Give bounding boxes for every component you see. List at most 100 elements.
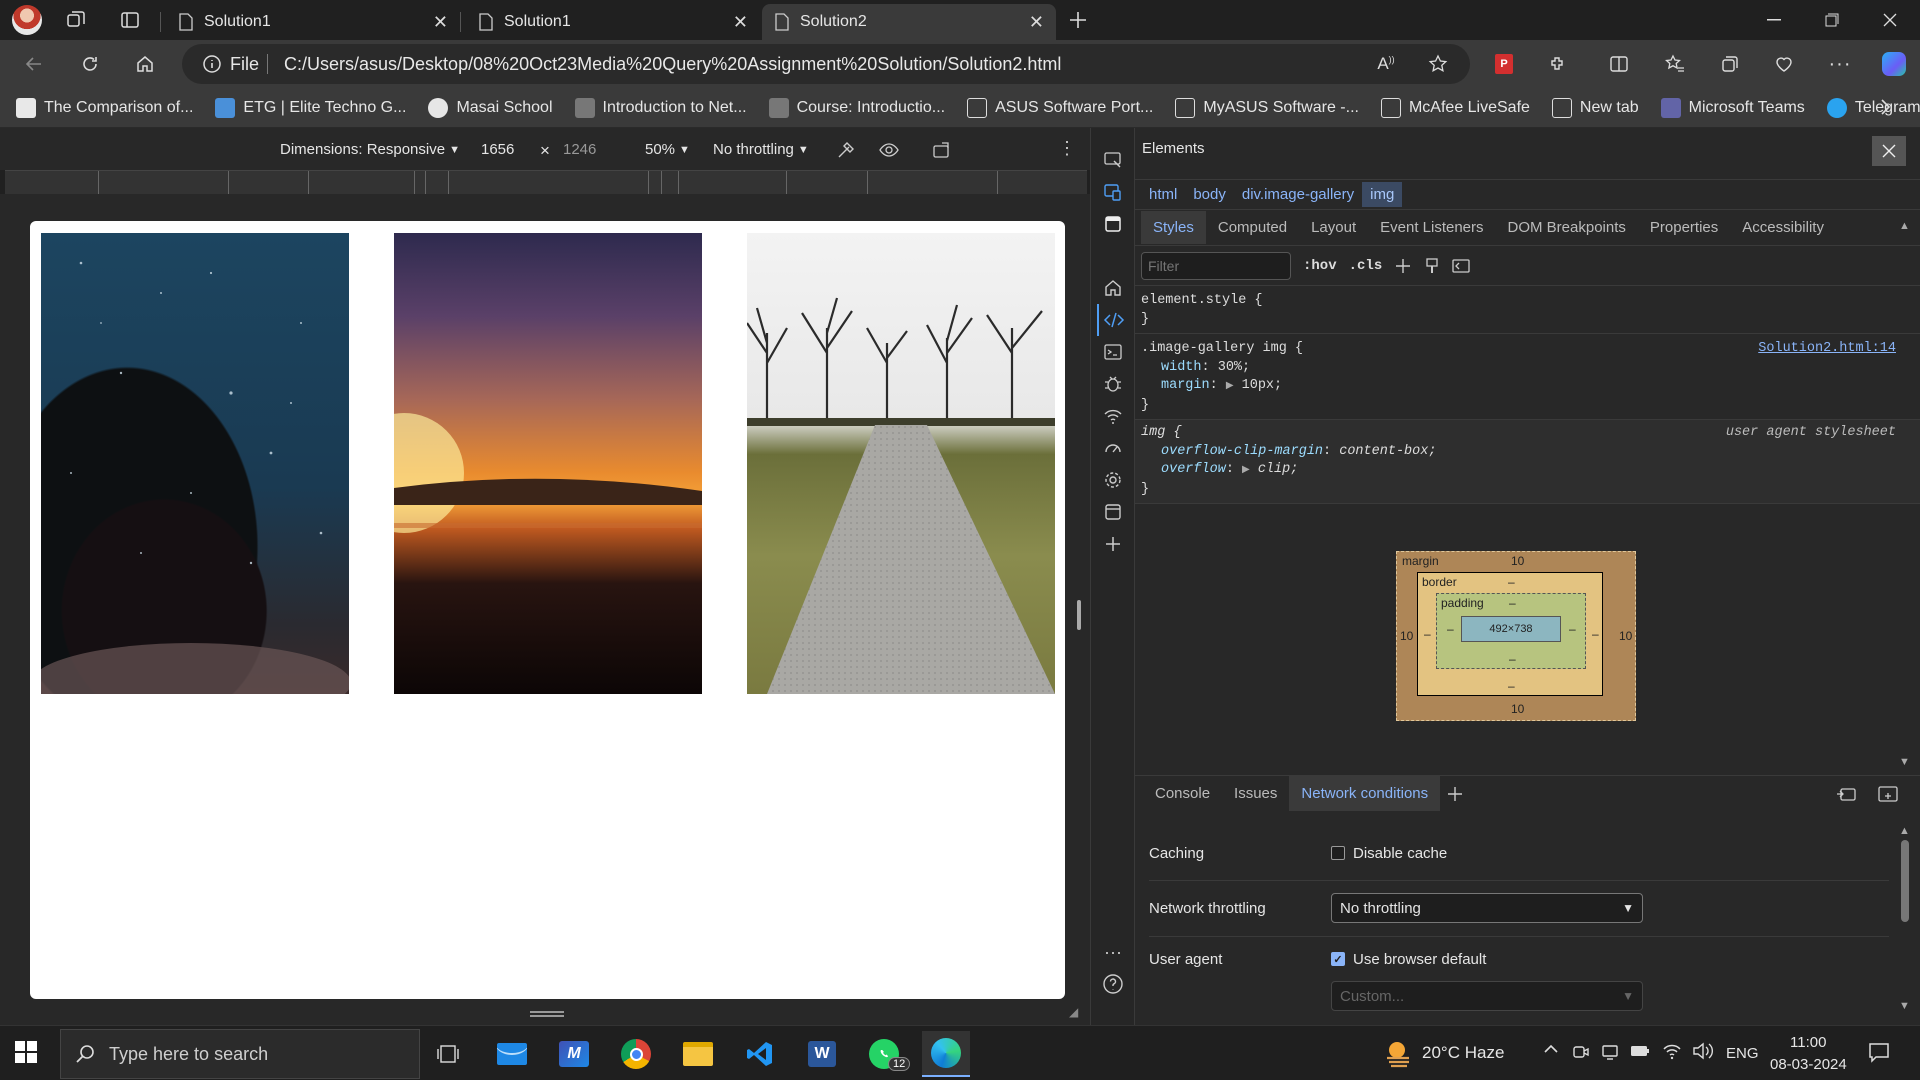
- expand-triangle-icon[interactable]: ▶: [1226, 381, 1234, 392]
- volume-icon[interactable]: [1692, 1042, 1714, 1060]
- rule-selector[interactable]: element.style {: [1141, 292, 1914, 311]
- throttling-dropdown[interactable]: No throttling ▼: [713, 141, 809, 158]
- disable-cache-checkbox[interactable]: [1331, 846, 1345, 860]
- tab-layout[interactable]: Layout: [1299, 211, 1368, 244]
- add-drawer-tab-icon[interactable]: [1446, 785, 1464, 803]
- favorites-icon[interactable]: [1657, 46, 1693, 82]
- add-tool-icon[interactable]: [1097, 528, 1129, 560]
- breadcrumb-body[interactable]: body: [1185, 182, 1234, 207]
- extension-p-icon[interactable]: P: [1486, 46, 1522, 82]
- drawer-scroll-down-icon[interactable]: ▼: [1899, 1000, 1910, 1012]
- weather-text[interactable]: 20°C Haze: [1422, 1043, 1504, 1063]
- clock-date[interactable]: 08-03-2024: [1770, 1056, 1847, 1073]
- width-input[interactable]: 1656: [481, 141, 514, 158]
- close-tab-icon[interactable]: ✕: [1029, 12, 1044, 33]
- favorite-star-icon[interactable]: [1420, 46, 1456, 82]
- paint-icon[interactable]: [1424, 257, 1440, 275]
- bug-icon[interactable]: [1097, 368, 1129, 400]
- extensions-icon[interactable]: [1540, 46, 1576, 82]
- drawer-tab-network-conditions[interactable]: Network conditions: [1289, 776, 1441, 811]
- use-browser-default-label[interactable]: Use browser default: [1353, 951, 1486, 968]
- tab-solution2[interactable]: Solution2 ✕: [762, 4, 1056, 40]
- settings-gear-icon[interactable]: [1097, 464, 1129, 496]
- use-browser-default-checkbox[interactable]: ✓: [1331, 952, 1345, 966]
- drawer-scroll-up-icon[interactable]: ▲: [1899, 825, 1910, 837]
- tab-solution1-a[interactable]: Solution1 ✕: [166, 4, 460, 40]
- file-explorer-icon[interactable]: [674, 1031, 722, 1077]
- chevron-right-icon[interactable]: [1878, 98, 1892, 116]
- device-emulation-icon[interactable]: [1097, 176, 1129, 208]
- bookmark-asus-portal[interactable]: ASUS Software Port...: [967, 97, 1153, 118]
- box-model-content[interactable]: 492×738: [1461, 616, 1561, 642]
- close-tab-icon[interactable]: ✕: [733, 12, 748, 33]
- expand-triangle-icon[interactable]: ▶: [1242, 465, 1250, 476]
- box-model-padding[interactable]: padding – – – – 492×738: [1436, 593, 1586, 669]
- split-screen-icon[interactable]: [1601, 46, 1637, 82]
- scroll-up-icon[interactable]: ▲: [1899, 220, 1910, 232]
- close-drawer-icon[interactable]: [1877, 784, 1899, 804]
- workspaces-icon[interactable]: [58, 2, 94, 38]
- chevron-up-icon[interactable]: [1543, 1041, 1559, 1057]
- read-aloud-icon[interactable]: A)): [1368, 46, 1404, 82]
- padding-left-value[interactable]: –: [1447, 622, 1454, 636]
- tab-accessibility[interactable]: Accessibility: [1730, 211, 1836, 244]
- resize-handle-bottom[interactable]: [530, 1011, 564, 1017]
- windows-start-icon[interactable]: [14, 1040, 38, 1064]
- margin-bottom-value[interactable]: 10: [1511, 702, 1524, 716]
- margin-top-value[interactable]: 10: [1511, 554, 1524, 568]
- elements-code-icon[interactable]: [1097, 304, 1129, 336]
- bookmark-intro-net[interactable]: Introduction to Net...: [574, 97, 747, 118]
- task-view-icon[interactable]: [424, 1031, 472, 1077]
- resize-corner-icon[interactable]: ◢: [1069, 1005, 1078, 1019]
- edge-icon[interactable]: [922, 1031, 970, 1077]
- bookmark-teams[interactable]: Microsoft Teams: [1660, 97, 1805, 118]
- breadcrumb-div[interactable]: div.image-gallery: [1234, 182, 1362, 207]
- url-text[interactable]: C:/Users/asus/Desktop/08%20Oct23Media%20…: [284, 54, 1061, 75]
- minimize-button[interactable]: [1745, 0, 1803, 40]
- rotate-icon[interactable]: [932, 140, 954, 160]
- vscode-icon[interactable]: [736, 1031, 784, 1077]
- clock-time[interactable]: 11:00: [1790, 1034, 1826, 1051]
- help-icon[interactable]: [1097, 968, 1129, 1000]
- bookmark-myasus[interactable]: MyASUS Software -...: [1175, 97, 1359, 118]
- more-tools-icon[interactable]: ···: [1097, 936, 1129, 968]
- display-icon[interactable]: [1601, 1043, 1619, 1061]
- address-bar[interactable]: File C:/Users/asus/Desktop/08%20Oct23Med…: [182, 44, 1470, 84]
- mail-app-icon[interactable]: [488, 1031, 536, 1077]
- border-bottom-value[interactable]: –: [1508, 679, 1515, 693]
- margin-right-value[interactable]: 10: [1619, 629, 1632, 643]
- border-left-value[interactable]: –: [1424, 627, 1431, 641]
- height-input[interactable]: 1246: [563, 141, 596, 158]
- drawer-tab-issues[interactable]: Issues: [1222, 776, 1289, 811]
- eye-icon[interactable]: [878, 140, 900, 160]
- new-tab-button[interactable]: [1060, 2, 1096, 38]
- more-menu-icon[interactable]: ···: [1822, 46, 1858, 82]
- home-button[interactable]: [127, 46, 163, 82]
- close-window-button[interactable]: [1861, 0, 1919, 40]
- scroll-down-icon[interactable]: ▼: [1899, 756, 1910, 768]
- move-drawer-icon[interactable]: [1835, 784, 1857, 804]
- filter-input[interactable]: [1141, 251, 1291, 280]
- style-property[interactable]: overflow-clip-margin: content-box;: [1141, 443, 1914, 462]
- app-launcher-icon[interactable]: M: [550, 1031, 598, 1077]
- tab-properties[interactable]: Properties: [1638, 211, 1730, 244]
- dimensions-dropdown[interactable]: Dimensions: Responsive ▼: [280, 141, 460, 158]
- meet-now-icon[interactable]: [1572, 1043, 1590, 1061]
- hov-toggle[interactable]: :hov: [1303, 258, 1337, 274]
- chrome-icon[interactable]: [612, 1031, 660, 1077]
- collections-icon[interactable]: [1712, 46, 1748, 82]
- restore-button[interactable]: [1803, 0, 1861, 40]
- border-top-value[interactable]: –: [1508, 575, 1515, 589]
- bookmark-mcafee[interactable]: McAfee LiveSafe: [1380, 97, 1530, 118]
- info-icon[interactable]: [202, 54, 222, 74]
- drawer-tab-console[interactable]: Console: [1143, 776, 1222, 811]
- language-indicator[interactable]: ENG: [1726, 1045, 1759, 1062]
- network-wifi-icon[interactable]: [1097, 400, 1129, 432]
- performance-gauge-icon[interactable]: [1097, 432, 1129, 464]
- copilot-icon[interactable]: [1876, 46, 1912, 82]
- console-icon[interactable]: [1097, 336, 1129, 368]
- breadcrumb-html[interactable]: html: [1141, 182, 1185, 207]
- breadcrumb-img[interactable]: img: [1362, 182, 1403, 207]
- padding-right-value[interactable]: –: [1569, 622, 1576, 636]
- tab-solution1-b[interactable]: Solution1 ✕: [466, 4, 760, 40]
